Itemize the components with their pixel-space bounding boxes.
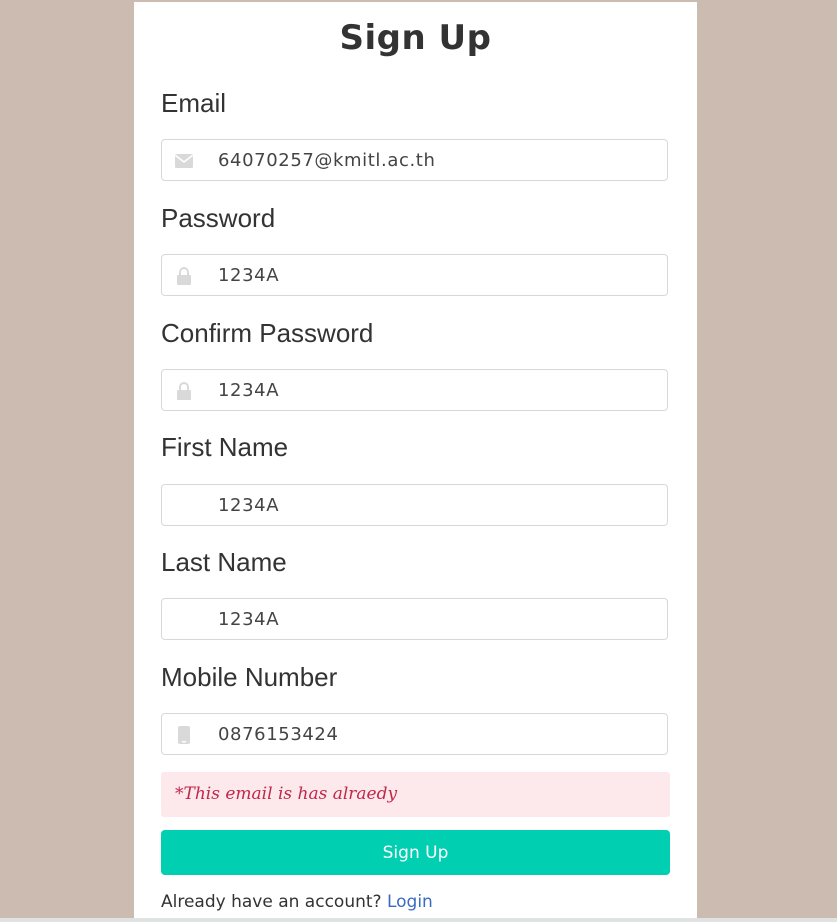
password-field-container	[161, 254, 668, 296]
last-name-label: Last Name	[161, 547, 287, 577]
last-name-input[interactable]	[218, 605, 648, 633]
login-prompt-text: Already have an account?	[161, 892, 387, 912]
lock-icon	[174, 381, 194, 401]
email-field-container	[161, 139, 668, 181]
confirm-password-field-container	[161, 369, 668, 411]
last-name-field-container	[161, 598, 668, 640]
first-name-input[interactable]	[218, 491, 648, 519]
email-input[interactable]	[218, 146, 648, 174]
confirm-password-input[interactable]	[218, 376, 648, 404]
password-input[interactable]	[218, 261, 648, 289]
email-label: Email	[161, 88, 227, 118]
lock-icon	[174, 266, 194, 286]
sign-up-button[interactable]: Sign Up	[161, 830, 670, 875]
password-label: Password	[161, 203, 276, 233]
signup-card: Sign Up Email Password Confirm Password …	[134, 2, 697, 922]
login-prompt: Already have an account? Login	[161, 892, 433, 912]
page-bottom-border	[0, 918, 837, 922]
envelope-icon	[174, 151, 194, 171]
mobile-icon	[174, 725, 194, 745]
error-message: *This email is has alraedy	[175, 784, 398, 804]
page-title: Sign Up	[339, 18, 492, 58]
confirm-password-label: Confirm Password	[161, 318, 374, 348]
mobile-input[interactable]	[218, 720, 648, 748]
login-link[interactable]: Login	[387, 892, 433, 912]
mobile-label: Mobile Number	[161, 662, 338, 692]
first-name-field-container	[161, 484, 668, 526]
first-name-label: First Name	[161, 432, 289, 462]
mobile-field-container	[161, 713, 668, 755]
error-alert: *This email is has alraedy	[161, 772, 670, 817]
